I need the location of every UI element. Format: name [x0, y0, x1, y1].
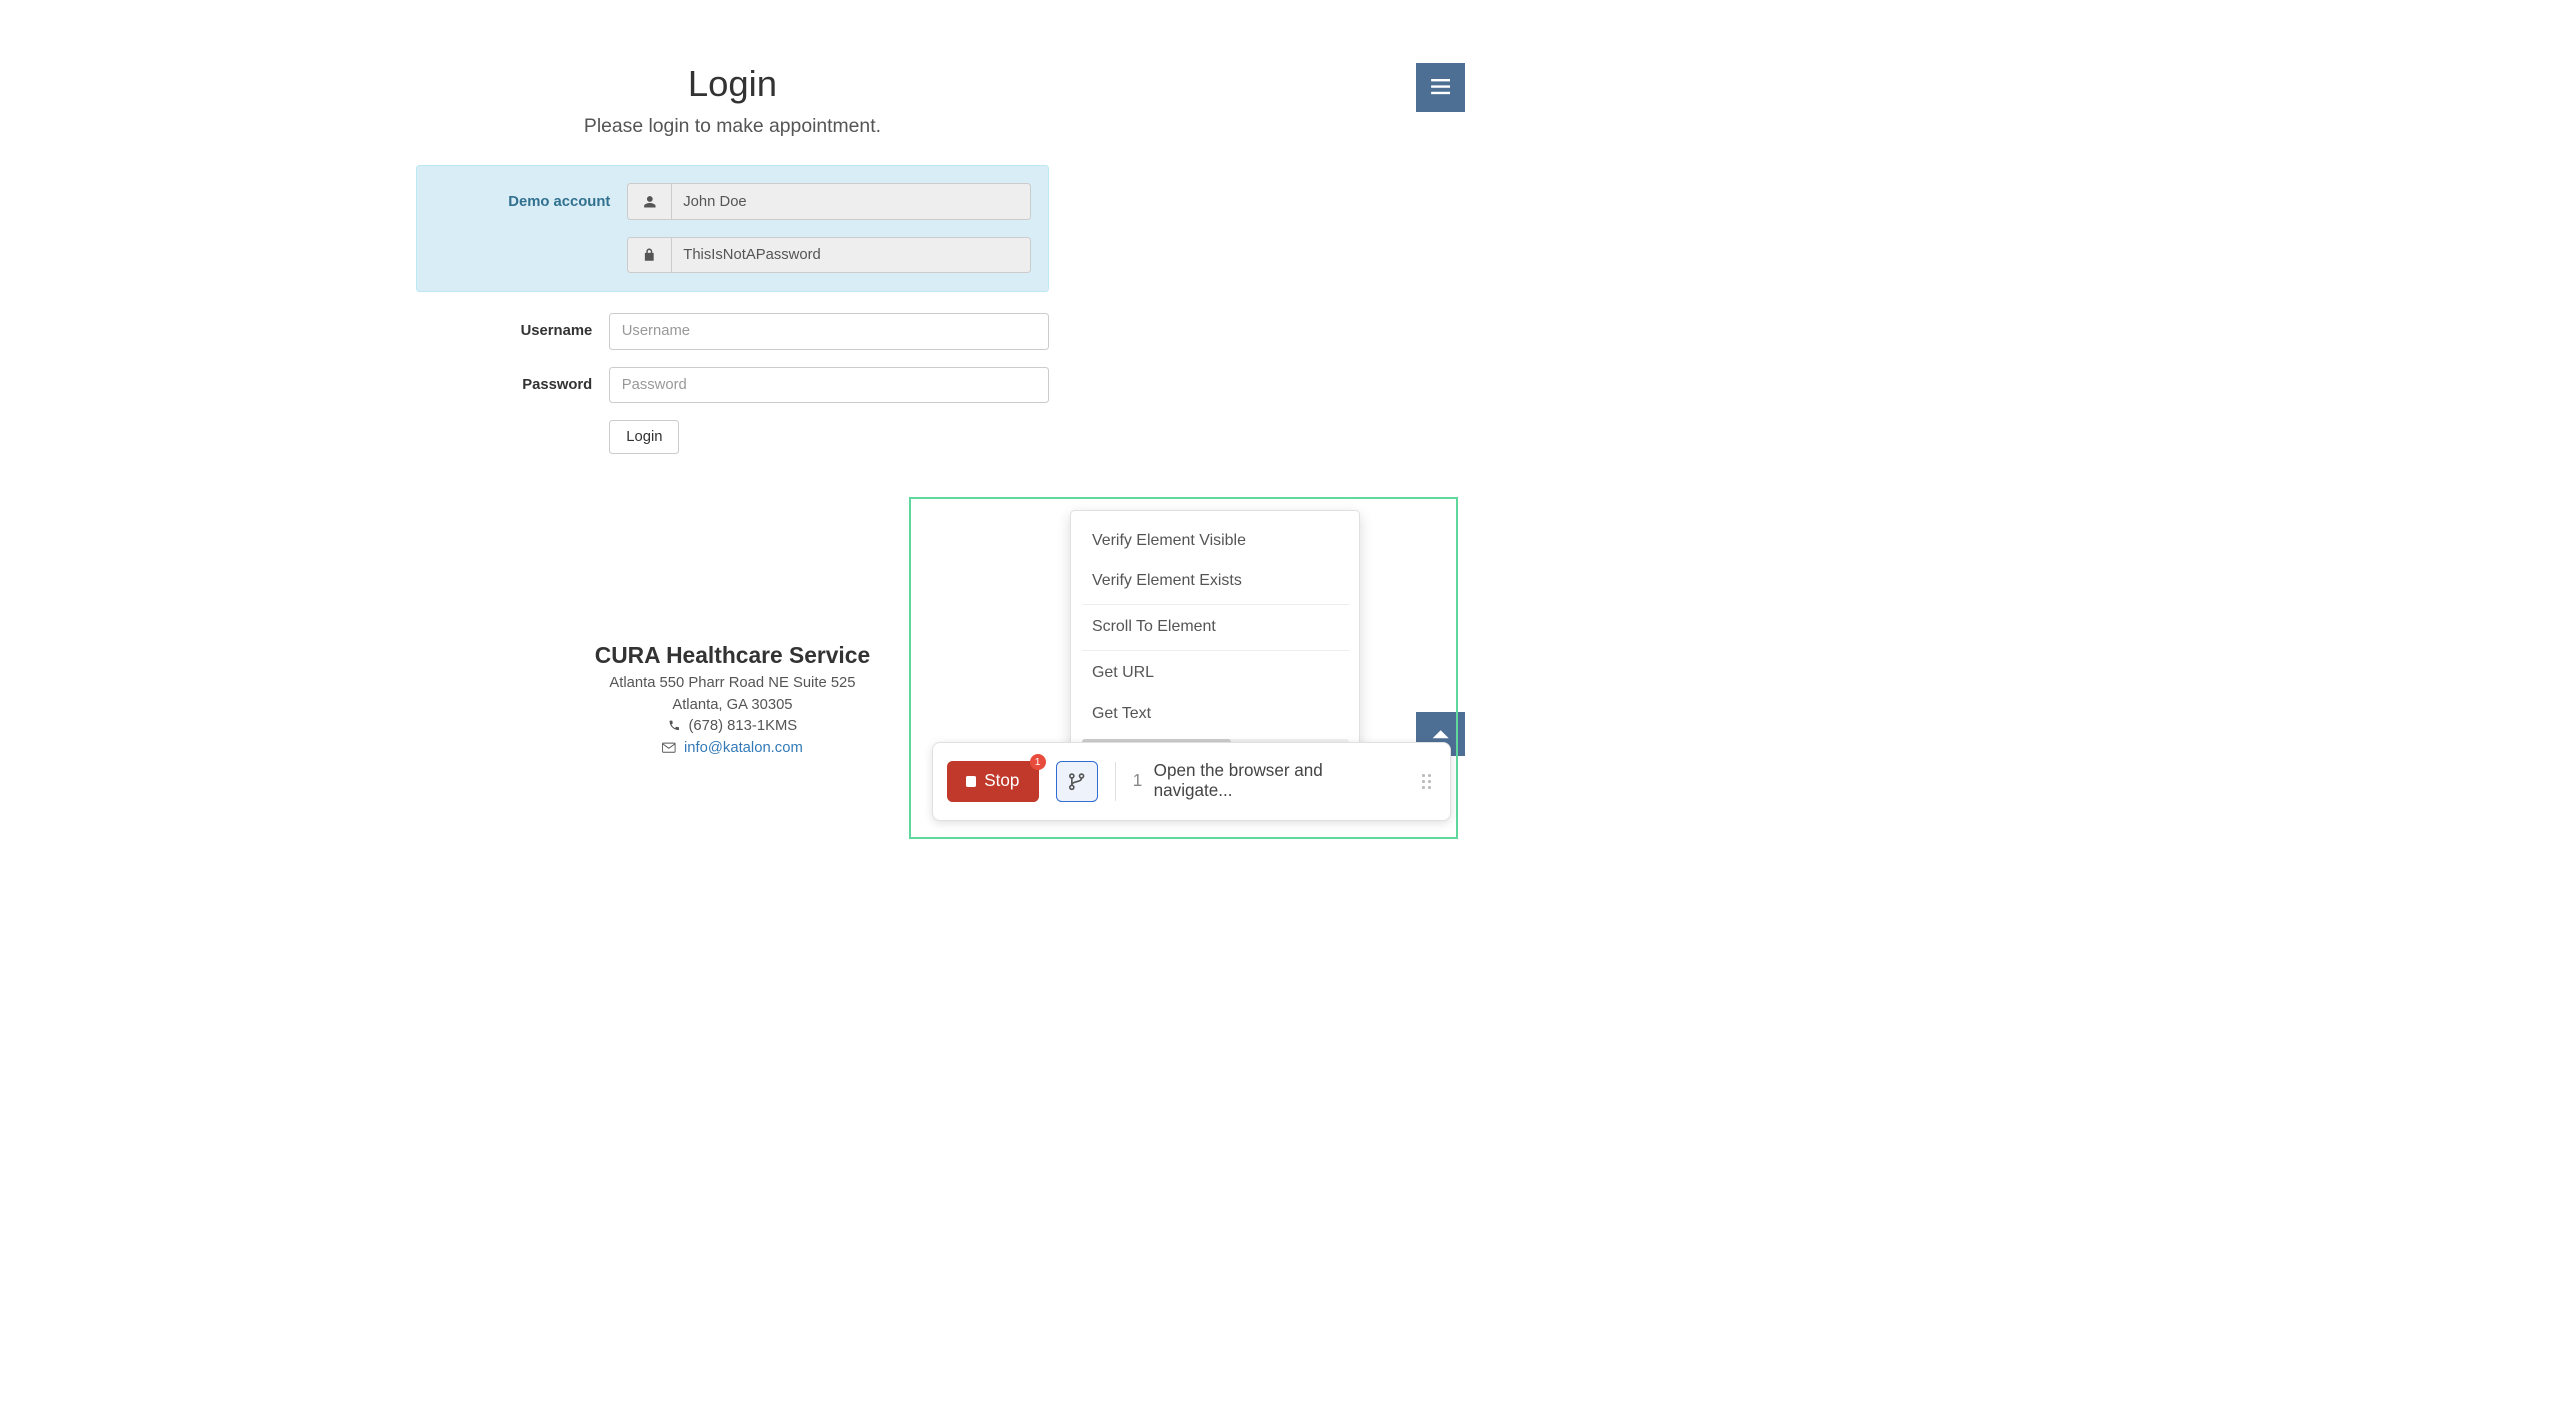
demo-username-field[interactable]: [672, 183, 1031, 219]
add-action-button[interactable]: [1056, 761, 1098, 802]
user-icon: [627, 183, 671, 219]
demo-account-label: Demo account: [434, 194, 628, 210]
menu-item-scroll-to[interactable]: Scroll To Element: [1071, 607, 1359, 648]
recorder-toolbar: Stop 1 1 Open the browser and navigate..…: [932, 742, 1451, 822]
phone-icon: [668, 719, 681, 732]
lock-icon: [627, 237, 671, 273]
login-button[interactable]: Login: [609, 420, 679, 454]
page-subtitle: Please login to make appointment.: [0, 115, 1465, 138]
username-label: Username: [416, 323, 610, 339]
stop-icon: [966, 776, 976, 786]
recorder-context-menu: Verify Element Visible Verify Element Ex…: [1070, 510, 1360, 755]
footer-phone: (678) 813-1KMS: [688, 718, 797, 734]
password-input[interactable]: [609, 367, 1049, 403]
hamburger-icon: [1431, 79, 1450, 95]
step-count-badge: 1: [1030, 754, 1046, 770]
username-input[interactable]: [609, 313, 1049, 349]
chevron-up-icon: [1431, 728, 1450, 741]
envelope-icon: [662, 742, 676, 753]
page-title: Login: [0, 63, 1465, 105]
demo-account-panel: Demo account: [416, 165, 1050, 291]
password-label: Password: [416, 377, 610, 393]
drag-handle[interactable]: [1422, 774, 1436, 788]
demo-password-field[interactable]: [672, 237, 1031, 273]
branch-icon: [1067, 772, 1086, 791]
menu-toggle-button[interactable]: [1416, 63, 1465, 112]
menu-item-verify-visible[interactable]: Verify Element Visible: [1071, 520, 1359, 561]
footer-email-link[interactable]: info@katalon.com: [684, 740, 803, 756]
menu-item-get-text[interactable]: Get Text: [1071, 694, 1359, 735]
step-number: 1: [1133, 771, 1143, 791]
step-description: Open the browser and navigate...: [1154, 761, 1406, 801]
menu-item-verify-exists[interactable]: Verify Element Exists: [1071, 561, 1359, 602]
stop-recording-button[interactable]: Stop 1: [947, 761, 1039, 802]
menu-item-get-url[interactable]: Get URL: [1071, 653, 1359, 694]
